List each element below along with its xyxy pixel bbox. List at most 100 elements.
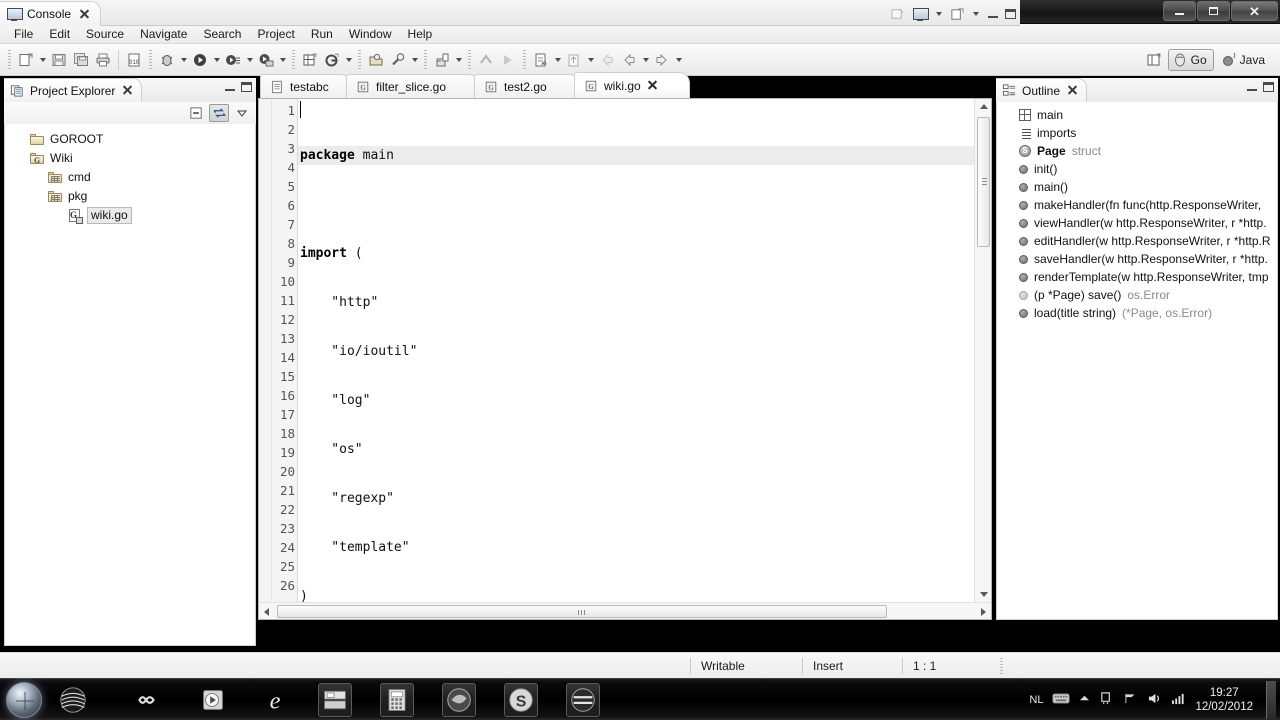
tab-wiki-go[interactable]: G wiki.go [574,72,690,98]
outline-item-imports[interactable]: imports [997,124,1277,142]
tab-filter-slice-go[interactable]: G filter_slice.go [346,74,480,98]
tree-item-wiki[interactable]: G Wiki [5,149,255,168]
next-annotation-icon[interactable] [497,49,519,71]
scroll-down-icon[interactable] [980,592,988,597]
outline-item-savehandler[interactable]: saveHandler(w http.ResponseWriter, r *ht… [997,250,1277,268]
start-orb[interactable] [6,682,42,718]
outline-item-init[interactable]: init() [997,160,1277,178]
menu-project[interactable]: Project [249,25,302,43]
debug-dropdown-arrow[interactable] [178,49,189,71]
minimize-button[interactable] [1247,83,1257,92]
tab-outline[interactable]: Outline [996,78,1088,102]
editor-vertical-scrollbar[interactable] [974,99,991,602]
outline-item-main[interactable]: main() [997,178,1277,196]
maximize-button[interactable] [1197,1,1230,21]
search-dropdown-arrow[interactable] [409,49,420,71]
tab-console[interactable]: Console [0,1,102,26]
minimize-button[interactable] [988,10,998,19]
build-all-icon[interactable]: 010 [123,49,145,71]
clear-console-icon[interactable] [887,5,907,23]
minimize-button[interactable] [225,83,235,92]
run-dropdown-arrow[interactable] [211,49,222,71]
toolbar-grip-4[interactable] [358,49,361,70]
scroll-left-icon[interactable] [264,608,269,616]
outline-item-makehandler[interactable]: makeHandler(fn func(http.ResponseWriter, [997,196,1277,214]
show-hidden-icons-icon[interactable] [1079,694,1090,706]
editor-horizontal-scrollbar[interactable] [259,602,991,619]
run-last-icon[interactable] [255,49,277,71]
open-resource-icon[interactable] [431,49,453,71]
menu-source[interactable]: Source [78,25,132,43]
menu-help[interactable]: Help [400,25,441,43]
back-nav-dropdown-arrow[interactable] [640,49,651,71]
run-last-dropdown-arrow[interactable] [277,49,288,71]
tab-project-explorer[interactable]: Project Explorer [4,78,143,102]
volume-icon[interactable] [1147,692,1162,708]
marker-ruler[interactable] [259,99,272,602]
link-with-editor-icon[interactable] [209,104,229,122]
back-nav-icon[interactable] [618,49,640,71]
toolbar-grip-6[interactable] [468,49,471,70]
close-icon[interactable] [79,9,90,20]
forward-nav-icon[interactable] [651,49,673,71]
toolbar-grip-5[interactable] [424,49,427,70]
save-icon[interactable] [48,49,70,71]
forward-history-icon[interactable] [563,49,585,71]
close-icon[interactable] [1067,85,1078,96]
new-go-file-dropdown-arrow[interactable] [343,49,354,71]
taskbar-internet-explorer-icon[interactable]: e [258,683,292,717]
taskbar-firefox-icon[interactable] [442,683,476,717]
close-icon[interactable] [122,85,133,96]
toolbar-grip-2[interactable] [149,49,152,70]
perspective-java[interactable]: J Java [1217,49,1272,71]
tray-clock[interactable]: 19:27 12/02/2012 [1195,686,1253,714]
open-type-icon[interactable] [365,49,387,71]
open-console-icon[interactable] [947,5,967,23]
tree-item-goroot[interactable]: GOROOT [5,130,255,149]
taskbar-infinity-icon[interactable] [130,683,164,717]
horizontal-scroll-thumb[interactable] [277,605,887,618]
search-icon[interactable] [387,49,409,71]
minimize-button[interactable] [1163,1,1196,21]
network-icon[interactable] [1123,692,1138,708]
toolbar-grip-7[interactable] [523,49,526,70]
forward-nav-dropdown-arrow[interactable] [673,49,684,71]
external-tools-icon[interactable] [222,49,244,71]
new-wizard-dropdown-arrow[interactable] [37,49,48,71]
menu-navigate[interactable]: Navigate [132,25,195,43]
collapse-all-icon[interactable] [186,104,206,122]
open-console-dropdown-arrow[interactable] [970,3,981,25]
action-center-icon[interactable] [1099,691,1114,709]
outline-item-main-package[interactable]: main [997,106,1277,124]
keyboard-icon[interactable] [1052,692,1070,708]
new-go-package-icon[interactable] [299,49,321,71]
display-selected-console-dropdown-arrow[interactable] [933,3,944,25]
taskbar-media-player-icon[interactable] [196,683,230,717]
open-resource-dropdown-arrow[interactable] [453,49,464,71]
code-text[interactable]: package main import ( "http" "io/ioutil"… [298,99,974,602]
run-icon[interactable] [189,49,211,71]
menu-file[interactable]: File [6,25,41,43]
scroll-up-icon[interactable] [980,104,988,109]
back-icon[interactable] [596,49,618,71]
new-go-file-icon[interactable] [321,49,343,71]
last-edit-location-icon[interactable] [530,49,552,71]
tab-testabc[interactable]: testabc [260,74,352,98]
outline-item-viewhandler[interactable]: viewHandler(w http.ResponseWriter, r *ht… [997,214,1277,232]
tray-language-label[interactable]: NL [1029,694,1043,706]
outline-item-load[interactable]: load(title string) (*Page, os.Error) [997,304,1277,322]
perspective-go[interactable]: Go [1167,49,1214,71]
close-icon[interactable] [647,80,658,91]
outline-item-edithandler[interactable]: editHandler(w http.ResponseWriter, r *ht… [997,232,1277,250]
resize-grip[interactable] [1000,657,1003,674]
new-wizard-icon[interactable] [15,49,37,71]
open-perspective-icon[interactable] [1143,49,1165,71]
maximize-button[interactable] [241,82,252,92]
scroll-right-icon[interactable] [981,608,986,616]
menu-edit[interactable]: Edit [41,25,78,43]
tab-test2-go[interactable]: G test2.go [474,74,580,98]
vertical-scroll-thumb[interactable] [977,117,990,247]
last-edit-dropdown-arrow[interactable] [552,49,563,71]
tree-item-wiki-go[interactable]: G wiki.go [5,206,255,225]
maximize-button[interactable] [1263,82,1274,92]
